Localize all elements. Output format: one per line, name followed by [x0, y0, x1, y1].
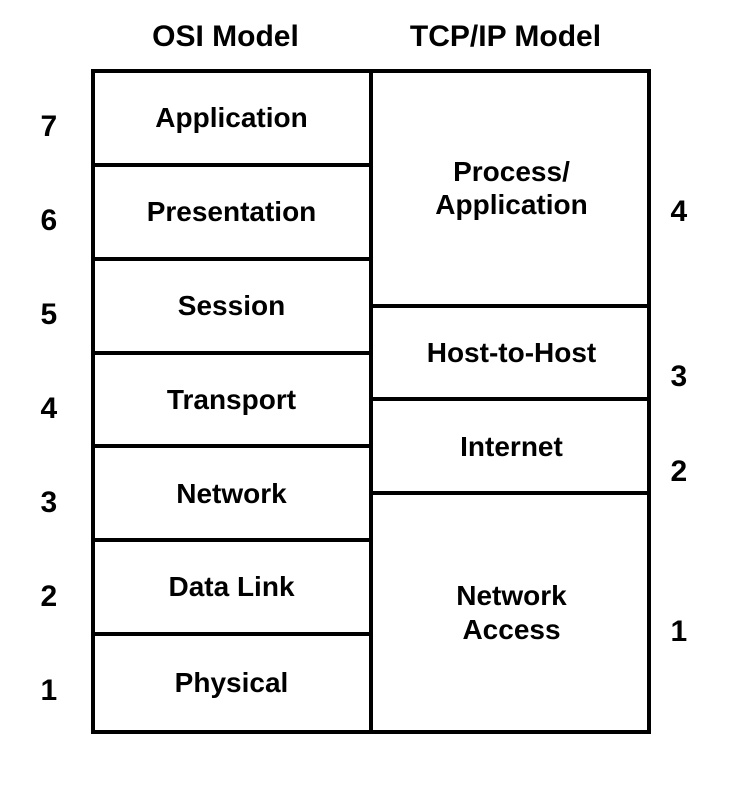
tcpip-number-2: 2: [671, 455, 688, 489]
osi-layer-physical: Physical: [95, 636, 373, 730]
tcpip-layer-internet: Internet: [373, 401, 651, 495]
osi-number-3: 3: [41, 486, 58, 520]
diagram-container: OSI Model TCP/IP Model 7 6 5 4 3 2 1 App…: [21, 20, 721, 734]
tcpip-layer-host-to-host: Host-to-Host: [373, 308, 651, 402]
tcpip-layer-process-application: Process/Application: [373, 73, 651, 308]
osi-layer-datalink: Data Link: [95, 542, 373, 636]
osi-layer-network: Network: [95, 448, 373, 542]
tcpip-number-3: 3: [671, 360, 688, 394]
osi-column: Application Presentation Session Transpo…: [95, 73, 373, 730]
osi-layer-application: Application: [95, 73, 373, 167]
osi-header: OSI Model: [91, 20, 361, 54]
tcpip-layer-network-access: NetworkAccess: [373, 495, 651, 730]
osi-layer-transport: Transport: [95, 355, 373, 449]
osi-number-5: 5: [41, 298, 58, 332]
osi-number-7: 7: [41, 110, 58, 144]
tcpip-number-4: 4: [671, 195, 688, 229]
tcpip-column: Process/Application Host-to-Host Interne…: [373, 73, 651, 730]
tcpip-header: TCP/IP Model: [371, 20, 641, 54]
osi-layer-session: Session: [95, 261, 373, 355]
tcpip-number-1: 1: [671, 615, 688, 649]
osi-layer-presentation: Presentation: [95, 167, 373, 261]
layer-diagram: Application Presentation Session Transpo…: [91, 69, 651, 734]
headers-row: OSI Model TCP/IP Model: [91, 20, 721, 54]
osi-number-6: 6: [41, 204, 58, 238]
osi-number-4: 4: [41, 392, 58, 426]
osi-number-2: 2: [41, 580, 58, 614]
osi-number-1: 1: [41, 674, 58, 708]
